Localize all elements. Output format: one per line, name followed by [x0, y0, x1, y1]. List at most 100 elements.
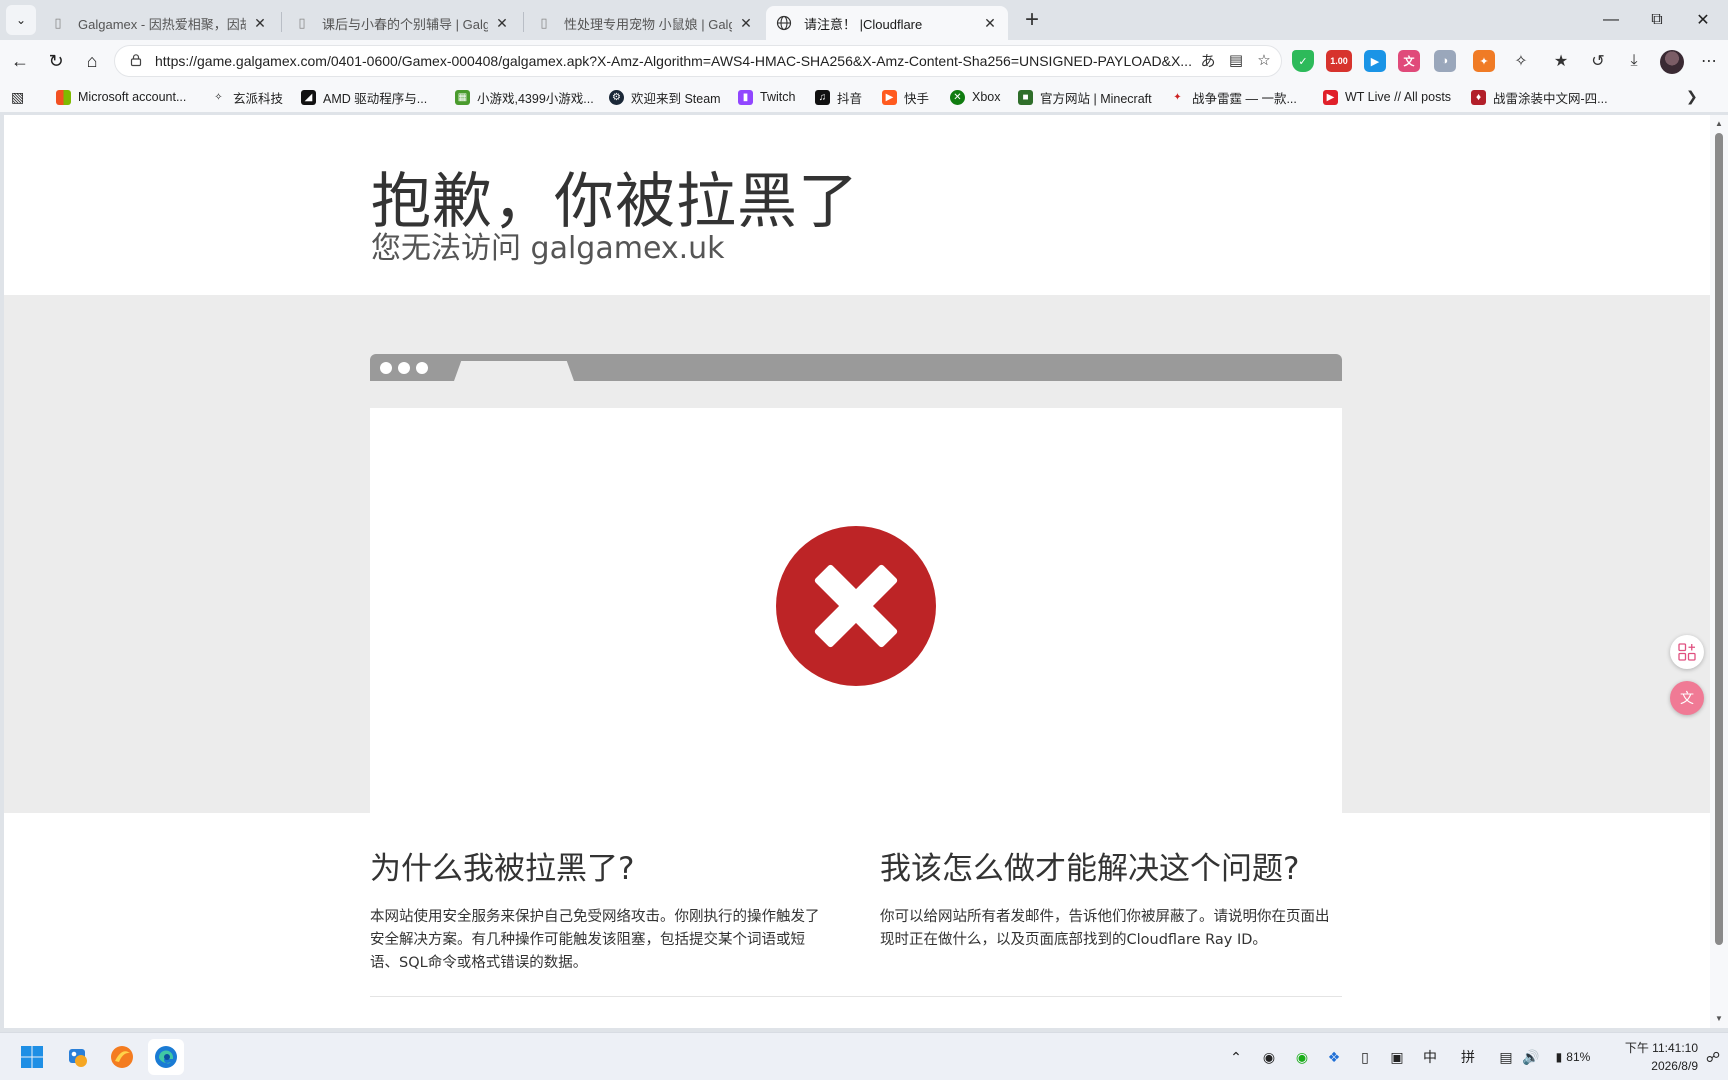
- chevron-down-icon: ⌄: [15, 13, 27, 27]
- tab-galgamex-pet[interactable]: ▯ 性处理专用宠物 小鼠娘 | Galgame ✕: [526, 6, 764, 40]
- download-icon[interactable]: ⤓: [1622, 50, 1646, 72]
- volume-tray-icon[interactable]: 🔊: [1521, 1047, 1541, 1067]
- extensions-puzzle-icon[interactable]: ✧: [1509, 50, 1533, 72]
- extension-badge-icon[interactable]: 1.00: [1326, 50, 1352, 72]
- favorite-star-icon[interactable]: ☆: [1252, 48, 1276, 72]
- translate-float-button[interactable]: 文: [1670, 681, 1704, 715]
- profile-avatar[interactable]: [1660, 50, 1684, 74]
- tab-close-icon[interactable]: ✕: [252, 15, 268, 32]
- adblock-shield-icon[interactable]: ✓: [1292, 50, 1314, 72]
- page-scrollbar[interactable]: ▲ ▼: [1710, 115, 1728, 1028]
- url-text: https://game.galgamex.com/0401-0600/Game…: [155, 53, 1192, 69]
- apps-float-button[interactable]: [1670, 635, 1704, 669]
- minecraft-icon: ■: [1018, 89, 1033, 105]
- tab-close-icon[interactable]: ✕: [494, 15, 510, 32]
- bookmark-minecraft[interactable]: ■ 官方网站 | Minecraft: [1018, 87, 1152, 107]
- history-icon[interactable]: ↺: [1586, 50, 1610, 72]
- bookmark-skins[interactable]: ♦ 战雷涂装中文网-四...: [1471, 87, 1608, 107]
- tab-galgamex-tutoring[interactable]: ▯ 课后与小春的个别辅导 | Galgamex ✕: [284, 6, 520, 40]
- network-tray-icon[interactable]: ▤: [1496, 1047, 1516, 1067]
- close-icon: ✕: [1696, 12, 1710, 29]
- restore-button[interactable]: ⧉: [1634, 0, 1680, 40]
- clock-time: 下午 11:41:10: [1624, 1041, 1698, 1055]
- bookmark-label: 抖音: [837, 91, 863, 106]
- tab-title: 性处理专用宠物 小鼠娘 | Galgame: [564, 16, 732, 32]
- window-dot: [398, 362, 410, 374]
- bookmark-douyin[interactable]: ♫ 抖音: [815, 87, 862, 107]
- clock-date: 2026/8/9: [1651, 1059, 1698, 1073]
- battery-indicator[interactable]: ▮ 81%: [1547, 1047, 1599, 1067]
- bookmark-microsoft[interactable]: Microsoft account...: [56, 87, 186, 107]
- bookmark-twitch[interactable]: ▮ Twitch: [738, 87, 795, 107]
- apps-grid-icon: [1678, 643, 1696, 661]
- bookmark-amd[interactable]: ◢ AMD 驱动程序与...: [301, 87, 427, 107]
- translate-extension-icon[interactable]: 文: [1398, 50, 1420, 72]
- translate-icon[interactable]: あ: [1196, 48, 1220, 72]
- privacy-shield-icon[interactable]: ◑: [1434, 50, 1456, 72]
- bookmark-kuaishou[interactable]: ▶ 快手: [882, 87, 929, 107]
- tab-cloudflare-active[interactable]: 请注意！ |Cloudflare ✕: [766, 6, 1008, 40]
- usb-tray-icon[interactable]: ▯: [1355, 1047, 1375, 1067]
- scroll-down-arrow-icon[interactable]: ▼: [1714, 1014, 1724, 1024]
- minimize-button[interactable]: —: [1588, 0, 1634, 40]
- scroll-up-arrow-icon[interactable]: ▲: [1714, 119, 1724, 129]
- tab-close-icon[interactable]: ✕: [982, 15, 998, 32]
- download-helper-icon[interactable]: ✦: [1473, 50, 1495, 72]
- window-dot: [380, 362, 392, 374]
- chevron-right-icon[interactable]: ❯: [1686, 88, 1698, 105]
- bookmark-steam[interactable]: ⚙ 欢迎来到 Steam: [609, 87, 721, 107]
- reading-view-icon[interactable]: ▤: [1224, 48, 1248, 72]
- wechat-tray-icon[interactable]: ◉: [1291, 1047, 1313, 1067]
- skins-icon: ♦: [1471, 89, 1486, 105]
- start-button[interactable]: [14, 1039, 50, 1075]
- tab-close-icon[interactable]: ✕: [738, 15, 754, 32]
- extension-badge-count: 1.00: [1330, 56, 1348, 66]
- taskbar-app-photos[interactable]: [60, 1039, 96, 1075]
- taskbar-app-edge[interactable]: [148, 1039, 184, 1075]
- refresh-button[interactable]: ↻: [42, 48, 70, 74]
- ime-language-indicator[interactable]: 中: [1419, 1047, 1441, 1067]
- how-to-fix-section: 我该怎么做才能解决这个问题? 你可以给网站所有者发邮件，告诉他们你被屏蔽了。请说…: [880, 843, 1340, 952]
- why-blocked-text: 本网站使用安全服务来保护自己免受网络攻击。你刚执行的操作触发了安全解决方案。有几…: [370, 909, 820, 971]
- microsoft-icon: [56, 89, 71, 105]
- new-tab-button[interactable]: +: [1018, 6, 1046, 34]
- tray-overflow-chevron-icon[interactable]: ⌃: [1226, 1047, 1246, 1067]
- 4399-icon: ▦: [455, 89, 470, 105]
- refresh-icon: ↻: [48, 50, 64, 71]
- home-button[interactable]: ⌂: [78, 48, 106, 74]
- why-blocked-section: 为什么我被拉黑了? 本网站使用安全服务来保护自己免受网络攻击。你刚执行的操作触发…: [370, 843, 830, 975]
- tab-actions-menu-button[interactable]: ⌄: [6, 5, 36, 35]
- bookmark-xbox[interactable]: ✕ Xbox: [950, 87, 1001, 107]
- windows-start-icon: [21, 1046, 43, 1068]
- bookmark-label: 欢迎来到 Steam: [631, 91, 721, 106]
- bookmark-xuanpai[interactable]: ✧ 玄派科技: [211, 87, 283, 107]
- bookmark-warthunder[interactable]: ✦ 战争雷霆 — 一款...: [1170, 87, 1297, 107]
- site-info-icon[interactable]: [129, 53, 145, 70]
- back-button[interactable]: ←: [6, 48, 34, 74]
- bookmark-4399[interactable]: ▦ 小游戏,4399小游戏...: [455, 87, 594, 107]
- douyin-icon: ♫: [815, 89, 830, 105]
- scroll-thumb[interactable]: [1715, 133, 1723, 945]
- ime-mode-indicator[interactable]: 拼: [1457, 1047, 1479, 1067]
- close-window-button[interactable]: ✕: [1680, 0, 1726, 40]
- how-to-fix-text: 你可以给网站所有者发邮件，告诉他们你被屏蔽了。请说明你在页面出现时正在做什么，以…: [880, 909, 1330, 948]
- battery-icon: ▮: [1555, 1050, 1563, 1064]
- bookmarks-sidebar-button[interactable]: ▧: [11, 87, 24, 107]
- system-clock[interactable]: 下午 11:41:10 2026/8/9: [1608, 1039, 1698, 1075]
- notification-bell-icon[interactable]: ☍: [1704, 1047, 1722, 1067]
- address-bar[interactable]: https://game.galgamex.com/0401-0600/Game…: [114, 45, 1282, 77]
- more-options-icon[interactable]: ⋯: [1697, 50, 1721, 72]
- photos-app-icon: [69, 1049, 87, 1067]
- tab-title: 课后与小春的个别辅导 | Galgamex: [322, 16, 488, 32]
- bookmark-wtlive[interactable]: ▶ WT Live // All posts: [1323, 87, 1451, 107]
- favorites-icon[interactable]: ★: [1549, 50, 1573, 72]
- tab-galgamex-home[interactable]: ▯ Galgamex - 因热爱相聚，因故事而 ✕: [40, 6, 278, 40]
- edge-browser-icon: [155, 1046, 177, 1068]
- taskbar-app-browser-orange[interactable]: [104, 1039, 140, 1075]
- bluetooth-tray-icon[interactable]: ❖: [1324, 1047, 1344, 1067]
- browser-toolbar: ← ↻ ⌂ https://game.galgamex.com/0401-060…: [0, 40, 1728, 82]
- bilibili-extension-icon[interactable]: ▶: [1364, 50, 1386, 72]
- qq-tray-icon[interactable]: ◉: [1258, 1047, 1280, 1067]
- bookmark-label: 战雷涂装中文网-四...: [1493, 91, 1608, 106]
- security-tray-icon[interactable]: ▣: [1386, 1047, 1408, 1067]
